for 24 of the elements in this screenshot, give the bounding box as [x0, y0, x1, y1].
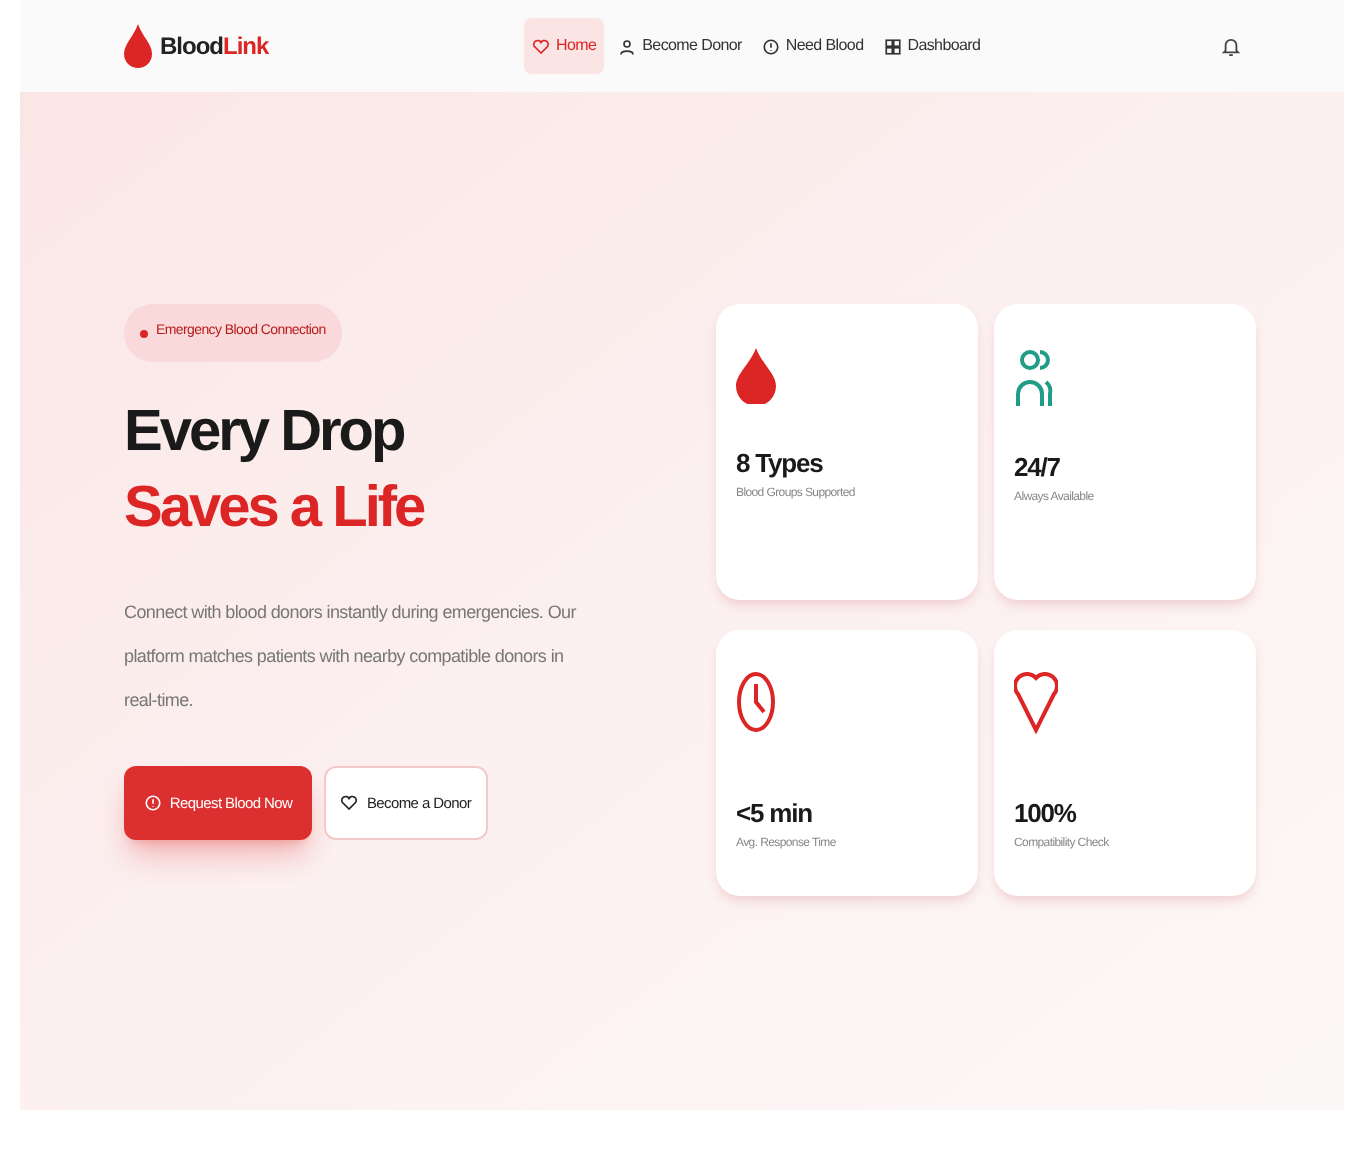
alert-circle-icon [143, 794, 162, 812]
nav-link[interactable]: Need Blood [755, 18, 870, 74]
stat-value: 8 Types [736, 446, 825, 482]
person-icon [618, 37, 637, 55]
hero-description: Connect with blood donors instantly during emergencies. Our platform matches patients with nearby compatible donors in real-time. [124, 600, 578, 714]
blood-drop-logo-icon [124, 24, 152, 68]
stat-value: 100% [1014, 796, 1079, 832]
stat-value: <5 min [736, 796, 814, 832]
nav-link[interactable]: Home [524, 18, 605, 74]
hero-title: Saves a Life [124, 474, 427, 544]
heart-icon [532, 37, 550, 55]
nav-link[interactable]: Become Donor [612, 18, 748, 74]
nav-link[interactable]: Dashboard [877, 18, 987, 74]
clock-icon [736, 670, 776, 734]
grid-icon [883, 37, 902, 55]
brand-name: BloodLink [160, 30, 269, 64]
heart-icon [340, 794, 359, 812]
alert-circle-icon [761, 37, 780, 55]
people-icon [1014, 348, 1054, 408]
stat-value: 24/7 [1014, 450, 1062, 486]
hero-title: Every Drop [124, 398, 406, 468]
blood-drop-icon [736, 348, 776, 404]
heart-icon [1014, 670, 1058, 734]
notification-bell-icon[interactable] [1222, 35, 1240, 57]
